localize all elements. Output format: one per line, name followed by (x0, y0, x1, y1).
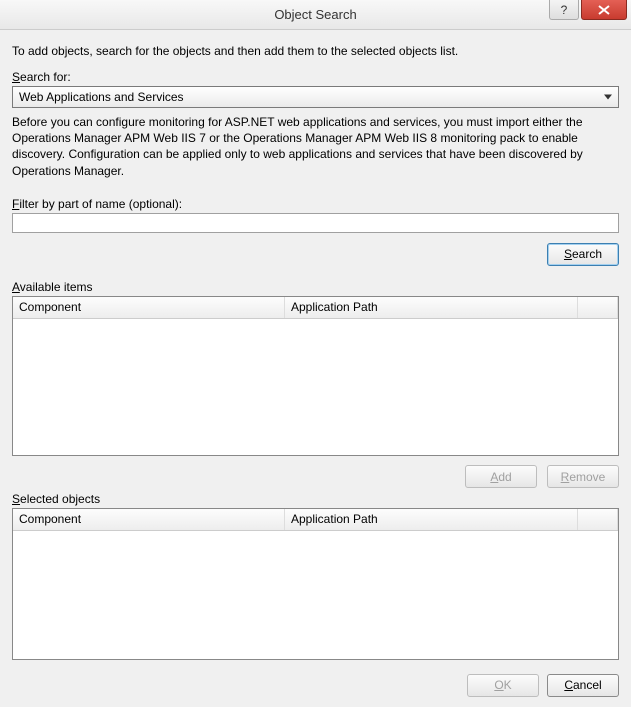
titlebar: Object Search ? (0, 0, 631, 30)
filter-label: Filter by part of name (optional): (12, 197, 619, 211)
close-button[interactable] (581, 0, 627, 20)
window-title: Object Search (274, 7, 356, 22)
add-remove-row: Add Remove (12, 464, 619, 490)
filter-input[interactable] (12, 213, 619, 233)
search-button[interactable]: Search (547, 243, 619, 266)
add-button: Add (465, 465, 537, 488)
instruction-text: To add objects, search for the objects a… (12, 44, 619, 58)
search-button-row: Search (12, 243, 619, 266)
dialog-content: To add objects, search for the objects a… (0, 30, 631, 707)
search-for-dropdown[interactable]: Web Applications and Services (12, 86, 619, 108)
selected-col-apppath[interactable]: Application Path (285, 509, 578, 530)
help-button[interactable]: ? (549, 0, 579, 20)
available-col-end (578, 297, 618, 318)
search-for-value: Web Applications and Services (19, 90, 184, 104)
help-icon: ? (561, 3, 568, 17)
ok-button: OK (467, 674, 539, 697)
selected-objects-grid[interactable]: Component Application Path (12, 508, 619, 660)
available-col-component[interactable]: Component (13, 297, 285, 318)
window-controls: ? (549, 0, 627, 20)
selected-grid-body (13, 531, 618, 659)
available-items-grid[interactable]: Component Application Path (12, 296, 619, 456)
selected-grid-header: Component Application Path (13, 509, 618, 531)
search-for-label: Search for: (12, 70, 619, 84)
selected-col-end (578, 509, 618, 530)
selected-objects-label: Selected objects (12, 492, 619, 506)
available-grid-header: Component Application Path (13, 297, 618, 319)
selected-col-component[interactable]: Component (13, 509, 285, 530)
cancel-button[interactable]: Cancel (547, 674, 619, 697)
chevron-down-icon (604, 95, 612, 100)
dialog-buttons-row: OK Cancel (12, 674, 619, 697)
available-grid-body (13, 319, 618, 455)
close-icon (598, 5, 610, 15)
remove-button: Remove (547, 465, 619, 488)
description-text: Before you can configure monitoring for … (12, 114, 619, 179)
available-items-label: Available items (12, 280, 619, 294)
available-col-apppath[interactable]: Application Path (285, 297, 578, 318)
